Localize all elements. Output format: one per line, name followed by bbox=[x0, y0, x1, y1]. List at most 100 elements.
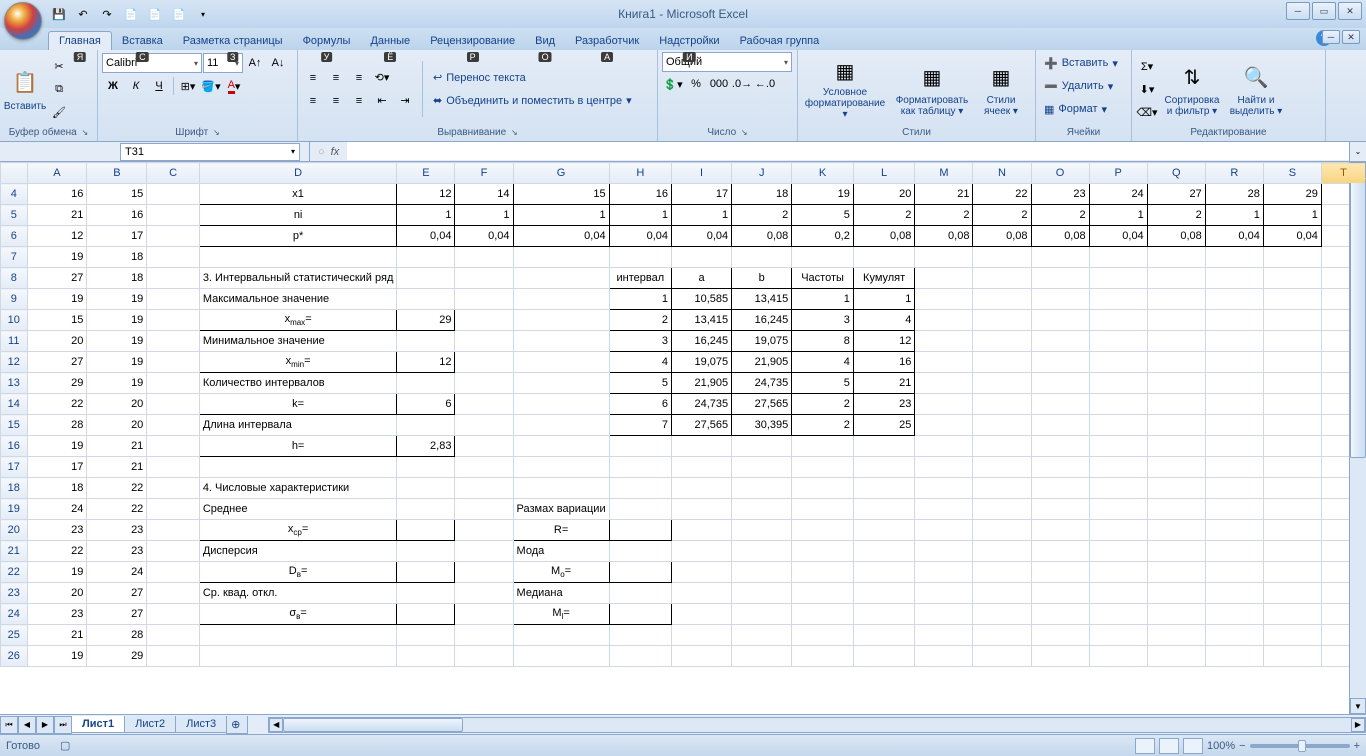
qat-redo-icon[interactable]: ↷ bbox=[96, 3, 118, 25]
cell-O17[interactable] bbox=[1031, 457, 1089, 478]
row-header-6[interactable]: 6 bbox=[1, 226, 28, 247]
col-header-C[interactable]: C bbox=[147, 163, 200, 184]
cell-G6[interactable]: 0,04 bbox=[513, 226, 609, 247]
cell-Q14[interactable] bbox=[1147, 394, 1205, 415]
hscroll-thumb[interactable] bbox=[283, 718, 463, 732]
cell-D26[interactable] bbox=[199, 646, 397, 667]
cell-F9[interactable] bbox=[455, 289, 513, 310]
cell-R6[interactable]: 0,04 bbox=[1205, 226, 1263, 247]
col-header-E[interactable]: E bbox=[397, 163, 455, 184]
cell-A17[interactable]: 17 bbox=[27, 457, 87, 478]
col-header-L[interactable]: L bbox=[853, 163, 915, 184]
qat-undo-icon[interactable]: ↶ bbox=[72, 3, 94, 25]
macro-record-icon[interactable]: ▢ bbox=[60, 739, 70, 752]
merge-center-button[interactable]: ⬌Объединить и поместить в центре ▾ bbox=[429, 90, 636, 112]
cell-O9[interactable] bbox=[1031, 289, 1089, 310]
cell-G8[interactable] bbox=[513, 268, 609, 289]
cell-B10[interactable]: 19 bbox=[87, 310, 147, 331]
cell-I9[interactable]: 10,585 bbox=[672, 289, 732, 310]
col-header-J[interactable]: J bbox=[732, 163, 792, 184]
cell-H4[interactable]: 16 bbox=[609, 184, 671, 205]
cell-B7[interactable]: 18 bbox=[87, 247, 147, 268]
cell-G26[interactable] bbox=[513, 646, 609, 667]
cell-C18[interactable] bbox=[147, 478, 200, 499]
cell-S13[interactable] bbox=[1263, 373, 1321, 394]
cell-A21[interactable]: 22 bbox=[27, 541, 87, 562]
cell-P7[interactable] bbox=[1089, 247, 1147, 268]
col-header-K[interactable]: K bbox=[792, 163, 854, 184]
cell-D20[interactable]: xcp= bbox=[199, 520, 397, 541]
col-header-P[interactable]: P bbox=[1089, 163, 1147, 184]
cell-M7[interactable] bbox=[915, 247, 973, 268]
cell-F19[interactable] bbox=[455, 499, 513, 520]
cell-F5[interactable]: 1 bbox=[455, 205, 513, 226]
decrease-indent-icon[interactable]: ⇤ bbox=[371, 90, 393, 112]
cell-R4[interactable]: 28 bbox=[1205, 184, 1263, 205]
cell-K5[interactable]: 5 bbox=[792, 205, 854, 226]
cell-R19[interactable] bbox=[1205, 499, 1263, 520]
cell-F6[interactable]: 0,04 bbox=[455, 226, 513, 247]
cell-R21[interactable] bbox=[1205, 541, 1263, 562]
paste-button[interactable]: 📋 Вставить bbox=[4, 56, 46, 122]
format-cells-button[interactable]: ▦Формат ▾ bbox=[1040, 98, 1127, 120]
cell-I7[interactable] bbox=[672, 247, 732, 268]
cell-C22[interactable] bbox=[147, 562, 200, 583]
formula-bar[interactable] bbox=[347, 142, 1349, 160]
sheet-tab-1[interactable]: Лист1 bbox=[71, 716, 125, 733]
align-center-icon[interactable]: ≡ bbox=[325, 90, 347, 112]
cell-O11[interactable] bbox=[1031, 331, 1089, 352]
cell-K20[interactable] bbox=[792, 520, 854, 541]
cell-M24[interactable] bbox=[915, 604, 973, 625]
cell-M22[interactable] bbox=[915, 562, 973, 583]
qat-item-2[interactable]: 📄 bbox=[144, 3, 166, 25]
cell-F20[interactable] bbox=[455, 520, 513, 541]
cell-C16[interactable] bbox=[147, 436, 200, 457]
cell-M25[interactable] bbox=[915, 625, 973, 646]
cell-A23[interactable]: 20 bbox=[27, 583, 87, 604]
cell-J20[interactable] bbox=[732, 520, 792, 541]
cell-S9[interactable] bbox=[1263, 289, 1321, 310]
cell-H23[interactable] bbox=[609, 583, 671, 604]
cell-M4[interactable]: 21 bbox=[915, 184, 973, 205]
cell-P13[interactable] bbox=[1089, 373, 1147, 394]
cell-A4[interactable]: 16 bbox=[27, 184, 87, 205]
cell-G23[interactable]: Медиана bbox=[513, 583, 609, 604]
cell-I15[interactable]: 27,565 bbox=[672, 415, 732, 436]
cell-A6[interactable]: 12 bbox=[27, 226, 87, 247]
cell-H11[interactable]: 3 bbox=[609, 331, 671, 352]
cell-Q15[interactable] bbox=[1147, 415, 1205, 436]
cell-D12[interactable]: xmin= bbox=[199, 352, 397, 373]
cell-I21[interactable] bbox=[672, 541, 732, 562]
cell-Q6[interactable]: 0,08 bbox=[1147, 226, 1205, 247]
cell-L8[interactable]: Кумулят bbox=[853, 268, 915, 289]
cell-B21[interactable]: 23 bbox=[87, 541, 147, 562]
cell-B13[interactable]: 19 bbox=[87, 373, 147, 394]
cell-K14[interactable]: 2 bbox=[792, 394, 854, 415]
zoom-in-icon[interactable]: + bbox=[1354, 740, 1360, 752]
cell-Q8[interactable] bbox=[1147, 268, 1205, 289]
cell-J21[interactable] bbox=[732, 541, 792, 562]
qat-item-1[interactable]: 📄 bbox=[120, 3, 142, 25]
cell-P12[interactable] bbox=[1089, 352, 1147, 373]
ribbon-minimize-button[interactable]: ─ bbox=[1322, 30, 1340, 44]
cell-B6[interactable]: 17 bbox=[87, 226, 147, 247]
cell-E26[interactable] bbox=[397, 646, 455, 667]
cell-I11[interactable]: 16,245 bbox=[672, 331, 732, 352]
cell-G18[interactable] bbox=[513, 478, 609, 499]
cell-I14[interactable]: 24,735 bbox=[672, 394, 732, 415]
cell-C24[interactable] bbox=[147, 604, 200, 625]
cell-F26[interactable] bbox=[455, 646, 513, 667]
row-header-25[interactable]: 25 bbox=[1, 625, 28, 646]
cell-P14[interactable] bbox=[1089, 394, 1147, 415]
cell-P8[interactable] bbox=[1089, 268, 1147, 289]
cell-G16[interactable] bbox=[513, 436, 609, 457]
cell-M13[interactable] bbox=[915, 373, 973, 394]
cell-F16[interactable] bbox=[455, 436, 513, 457]
cell-C5[interactable] bbox=[147, 205, 200, 226]
cell-O8[interactable] bbox=[1031, 268, 1089, 289]
cell-D5[interactable]: ni bbox=[199, 205, 397, 226]
cell-G22[interactable]: Mo= bbox=[513, 562, 609, 583]
cell-L17[interactable] bbox=[853, 457, 915, 478]
cell-A16[interactable]: 19 bbox=[27, 436, 87, 457]
cell-H14[interactable]: 6 bbox=[609, 394, 671, 415]
